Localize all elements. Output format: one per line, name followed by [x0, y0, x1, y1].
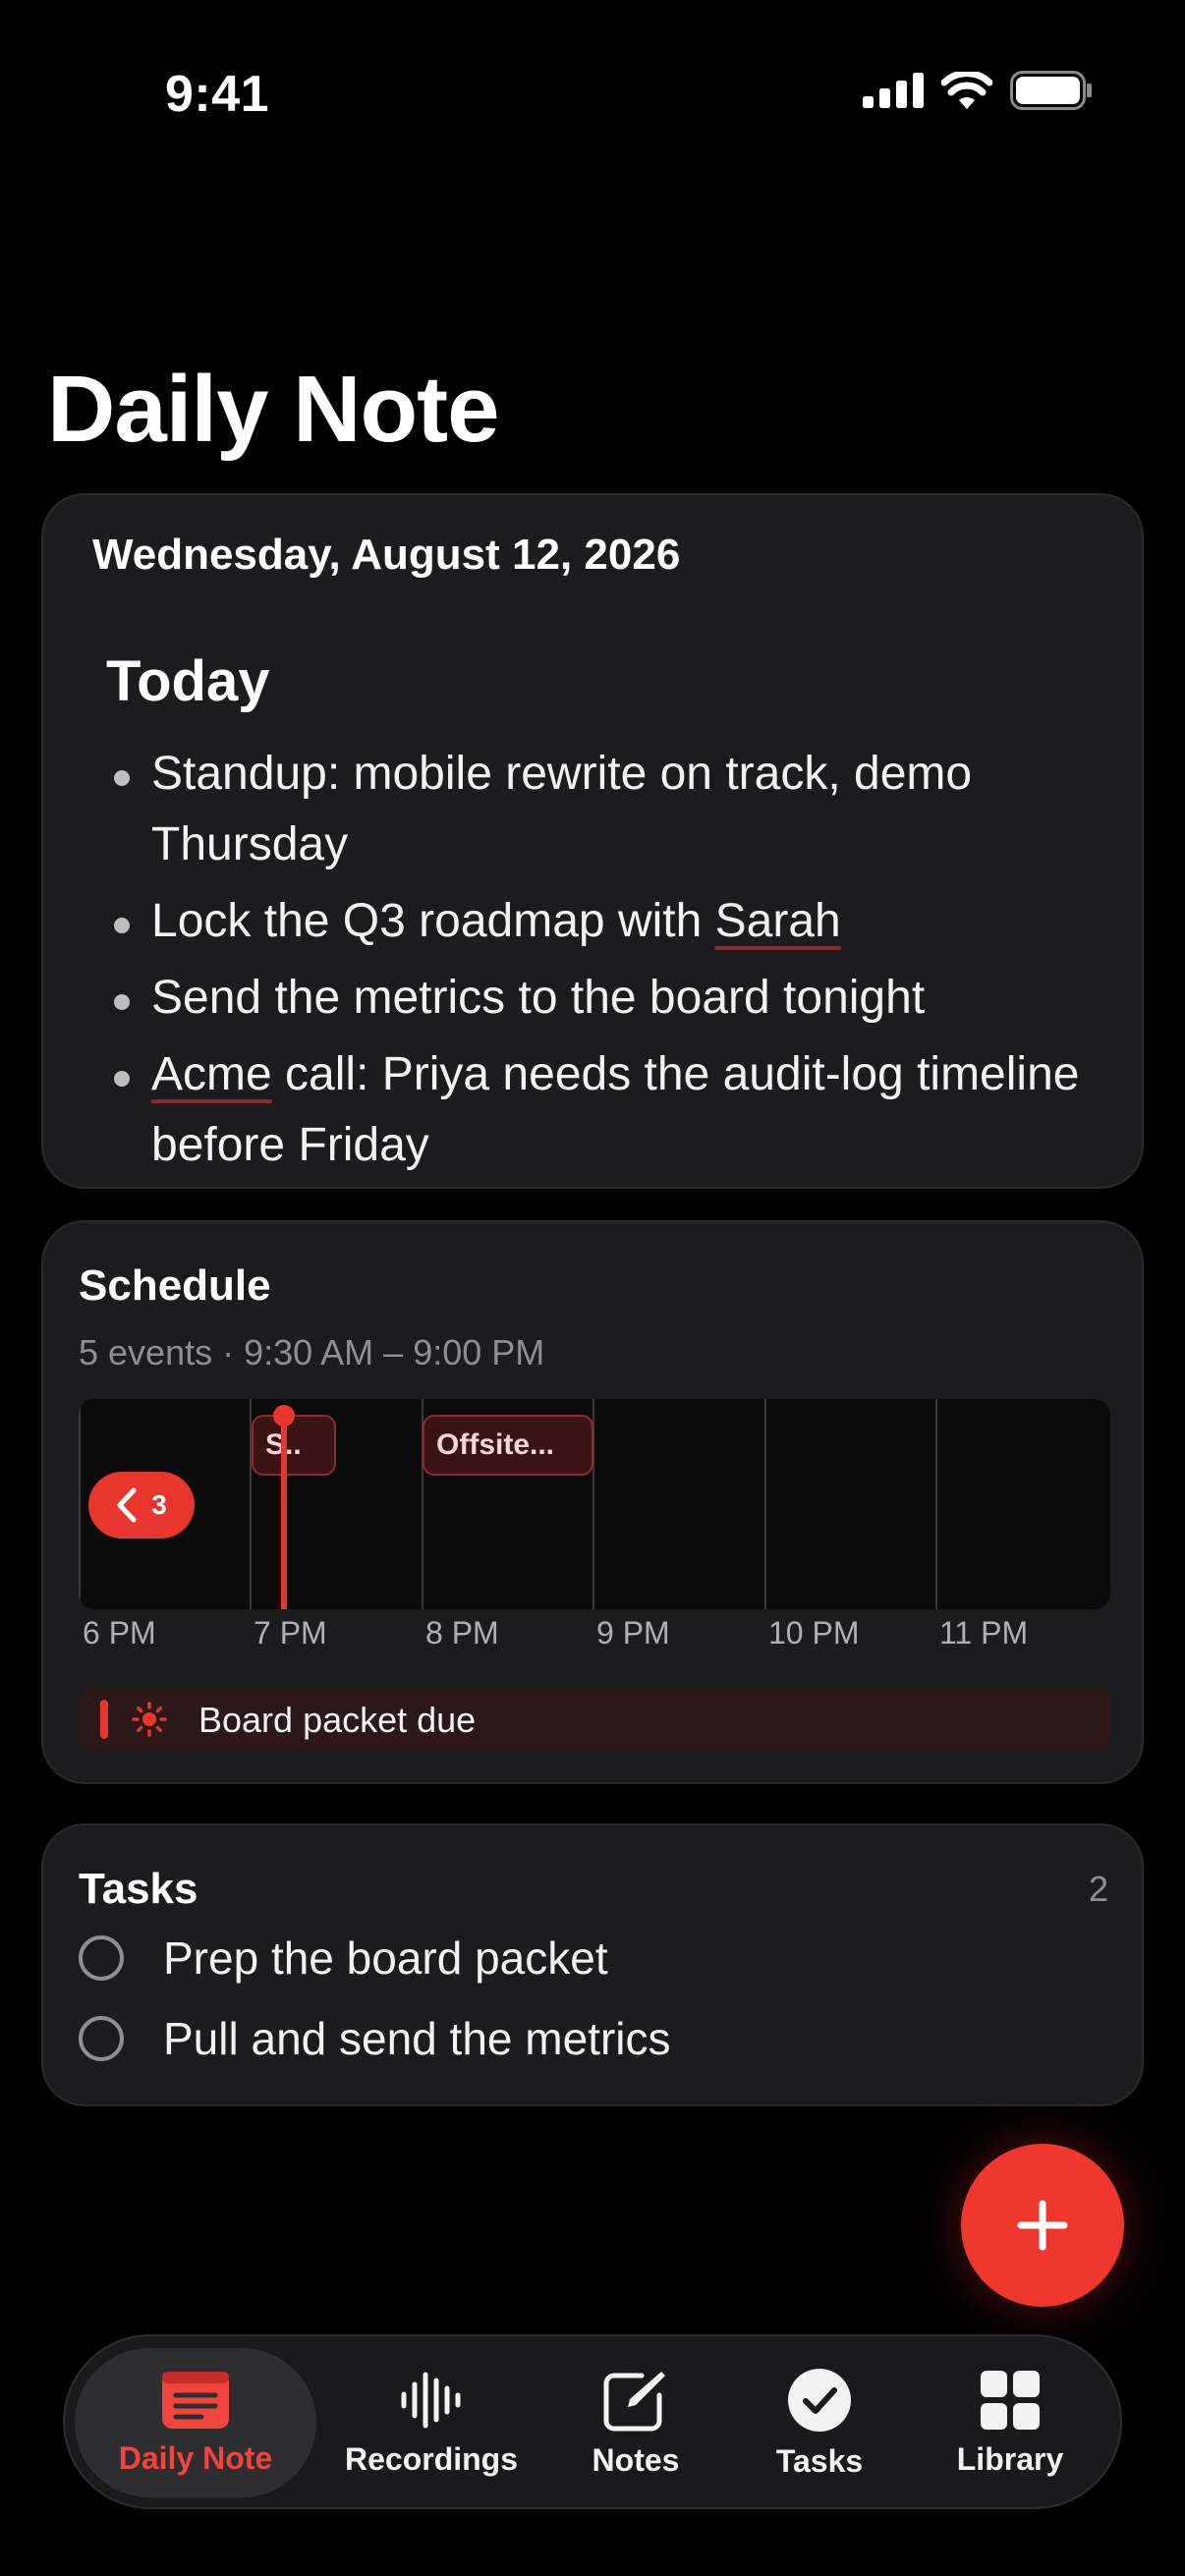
tasks-card[interactable]: Tasks 2 Prep the board packet Pull and s…	[41, 1823, 1144, 2106]
tab-daily-note[interactable]: Daily Note	[75, 2348, 316, 2497]
event-chip[interactable]: Offsite...	[423, 1415, 593, 1476]
hour-label: 11 PM	[939, 1615, 1029, 1651]
daily-note-icon	[162, 2371, 229, 2429]
task-label: Pull and send the metrics	[163, 2013, 671, 2064]
tasks-count: 2	[1088, 1869, 1108, 1909]
tasks-title: Tasks	[79, 1865, 198, 1913]
tab-label: Library	[956, 2440, 1064, 2477]
task-checkbox[interactable]	[79, 2016, 124, 2061]
schedule-timeline[interactable]: S.. Offsite... 3	[79, 1399, 1110, 1609]
schedule-card[interactable]: Schedule 5 events · 9:30 AM – 9:00 PM S.…	[41, 1220, 1144, 1784]
note-bullet: Standup: mobile rewrite on track, demo T…	[106, 739, 1099, 880]
note-bullet: Acme call: Priya needs the audit-log tim…	[106, 1039, 1099, 1181]
compose-icon	[603, 2371, 665, 2431]
hour-label: 9 PM	[596, 1615, 670, 1651]
checkmark-circle-icon	[788, 2368, 851, 2432]
linked-mention[interactable]: Acme	[151, 1048, 272, 1100]
tab-library[interactable]: Library	[914, 2348, 1106, 2497]
earlier-events-count: 3	[151, 1489, 167, 1520]
cellular-signal-icon	[863, 73, 924, 108]
task-checkbox[interactable]	[79, 1935, 124, 1981]
battery-icon	[1010, 71, 1092, 110]
tab-recordings[interactable]: Recordings	[326, 2348, 536, 2497]
schedule-summary: 5 events · 9:30 AM – 9:00 PM	[79, 1332, 545, 1372]
current-time-indicator	[281, 1415, 287, 1609]
schedule-title: Schedule	[79, 1261, 271, 1310]
hour-label: 7 PM	[254, 1615, 327, 1651]
page-title: Daily Note	[47, 357, 499, 462]
tab-tasks[interactable]: Tasks	[735, 2348, 904, 2497]
hour-label: 8 PM	[425, 1615, 499, 1651]
tab-label: Tasks	[775, 2442, 864, 2479]
all-day-accent-bar	[100, 1700, 108, 1739]
current-time-dot	[273, 1405, 295, 1427]
tab-bar: Daily Note Recordings Notes Tasks Librar…	[63, 2334, 1122, 2509]
note-heading: Today	[106, 649, 270, 713]
note-date: Wednesday, August 12, 2026	[92, 531, 681, 579]
linked-mention[interactable]: Sarah	[715, 895, 841, 947]
grid-icon	[981, 2370, 1040, 2430]
hour-label: 10 PM	[768, 1615, 860, 1651]
tab-label: Notes	[592, 2441, 680, 2478]
wifi-icon	[941, 72, 992, 109]
chevron-left-icon	[117, 1487, 137, 1523]
note-bullet-text: Acme call: Priya needs the audit-log tim…	[151, 1048, 1080, 1171]
note-bullet-list: Standup: mobile rewrite on track, demo T…	[106, 739, 1099, 1187]
status-time: 9:41	[165, 66, 270, 123]
tab-label: Daily Note	[118, 2439, 273, 2476]
hour-gridline	[79, 1399, 81, 1609]
sun-icon	[132, 1702, 167, 1737]
status-icons	[863, 71, 1093, 110]
note-bullet: Lock the Q3 roadmap with Sarah	[106, 886, 1099, 957]
hour-gridline	[764, 1399, 766, 1609]
hour-gridline	[935, 1399, 937, 1609]
task-item[interactable]: Prep the board packet	[79, 1932, 608, 1985]
waveform-icon	[401, 2372, 461, 2428]
event-chip[interactable]: S..	[252, 1415, 336, 1476]
daily-note-card[interactable]: Wednesday, August 12, 2026 Today Standup…	[41, 493, 1144, 1189]
note-bullet-text: Lock the Q3 roadmap with Sarah	[151, 895, 841, 947]
note-bullet: Send the metrics to the board tonight	[106, 963, 1099, 1034]
hour-label: 6 PM	[83, 1615, 156, 1651]
tab-notes[interactable]: Notes	[546, 2348, 725, 2497]
add-button[interactable]	[961, 2144, 1124, 2307]
all-day-event[interactable]: Board packet due	[79, 1688, 1110, 1751]
plus-icon	[1017, 2200, 1068, 2251]
all-day-event-label: Board packet due	[198, 1700, 477, 1740]
earlier-events-button[interactable]: 3	[88, 1472, 195, 1539]
task-label: Prep the board packet	[163, 1932, 608, 1984]
tab-label: Recordings	[344, 2440, 519, 2477]
task-item[interactable]: Pull and send the metrics	[79, 2012, 671, 2065]
